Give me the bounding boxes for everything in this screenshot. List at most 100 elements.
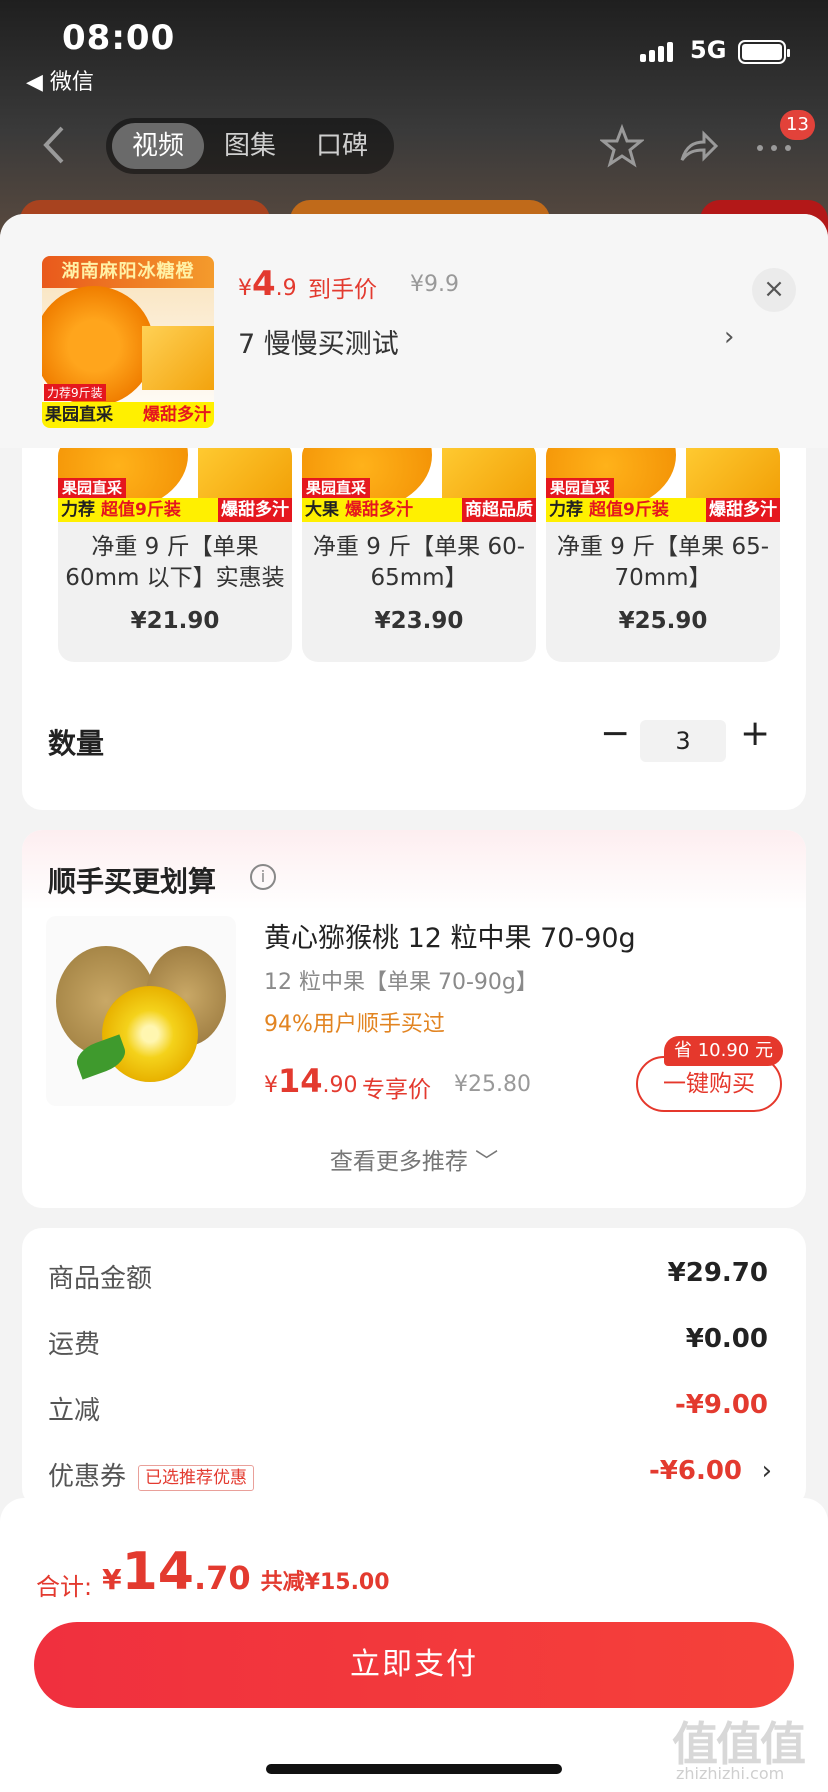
sku-label-mid: 力荐 — [61, 500, 95, 520]
kiwi-product-image[interactable] — [46, 916, 236, 1106]
signal-icon — [640, 42, 673, 62]
summary-value: -¥9.00 — [674, 1390, 768, 1420]
battery-icon — [738, 40, 790, 64]
coupon-selected-tag: 已选推荐优惠 — [138, 1464, 255, 1491]
summary-row-shipping: 运费 ¥0.00 — [48, 1324, 768, 1364]
exclusive-price-label: 专享价 — [362, 1077, 431, 1103]
sku-label-mid: 超值9斤装 — [101, 500, 181, 520]
save-amount-badge: 省 10.90 元 — [664, 1036, 783, 1066]
watermark-url: zhizhizhi.com — [676, 1764, 785, 1783]
pay-now-button[interactable]: 立即支付 — [34, 1622, 794, 1708]
top-nav: 视频 图集 口碑 13 — [0, 110, 828, 180]
sku-option-name: 净重 9 斤【单果 60-65mm】 — [312, 534, 526, 591]
notification-badge: 13 — [780, 110, 815, 140]
sku-option[interactable]: 果园直采 力荐 超值9斤装 爆甜多汁 净重 9 斤【单果 65-70mm】 ¥2… — [546, 440, 780, 662]
sku-options: 果园直采 力荐 超值9斤装 爆甜多汁 净重 9 斤【单果 60mm 以下】实惠装… — [58, 440, 780, 662]
status-bar: 08:00 ◀ 微信 5G — [0, 0, 828, 100]
quantity-minus-button[interactable]: − — [600, 716, 630, 756]
recommendation-card: 顺手买更划算 i 黄心猕猴桃 12 粒中果 70-90g 12 粒中果【单果 7… — [22, 830, 806, 1208]
price-integer: 4 — [252, 264, 276, 304]
sku-option[interactable]: 果园直采 力荐 超值9斤装 爆甜多汁 净重 9 斤【单果 60mm 以下】实惠装… — [58, 440, 292, 662]
sku-label-banner: 大果 爆甜多汁 商超品质 — [302, 498, 536, 522]
price-integer: 14 — [278, 1062, 323, 1100]
thumb-banner: 果园直采 爆甜多汁 — [42, 402, 214, 428]
sku-option-price: ¥21.90 — [130, 608, 220, 634]
sku-option-name: 净重 9 斤【单果 60mm 以下】实惠装 — [65, 534, 285, 591]
total-amount: 合计: ¥14.70 共减¥15.00 — [36, 1542, 390, 1602]
price-decimal: .9 — [275, 276, 297, 301]
recommend-product-name[interactable]: 黄心猕猴桃 12 粒中果 70-90g — [264, 916, 636, 955]
sku-label-mid: 爆甜多汁 — [345, 500, 413, 520]
summary-value: ¥0.00 — [685, 1324, 768, 1354]
tab-gallery[interactable]: 图集 — [204, 123, 296, 169]
sku-label-mid: 超值9斤装 — [589, 500, 669, 520]
status-time: 08:00 — [62, 18, 176, 58]
summary-label: 商品金额 — [48, 1264, 153, 1294]
thumb-banner-left: 果园直采 — [45, 405, 113, 425]
recommendation-title: 顺手买更划算 — [48, 865, 217, 898]
summary-row-subtotal: 商品金额 ¥29.70 — [48, 1258, 768, 1298]
recommend-buyers-rate: 94%用户顺手买过 — [264, 1012, 445, 1037]
thumb-banner-right: 爆甜多汁 — [143, 405, 211, 425]
sku-option-image: 果园直采 力荐 超值9斤装 爆甜多汁 — [58, 440, 292, 522]
deal-price: ¥4.9 — [238, 264, 297, 304]
quantity-label: 数量 — [48, 727, 105, 760]
back-arrow-icon[interactable] — [36, 120, 74, 170]
summary-value: ¥29.70 — [667, 1258, 768, 1288]
quantity-input[interactable]: 3 — [640, 720, 726, 762]
summary-value: -¥6.00 — [648, 1456, 742, 1486]
home-indicator[interactable] — [266, 1764, 562, 1774]
media-tabs: 视频 图集 口碑 — [106, 118, 395, 174]
share-icon[interactable] — [676, 124, 720, 168]
total-decimal: .70 — [193, 1559, 251, 1597]
total-integer: 14 — [121, 1542, 194, 1602]
sku-label-right: 爆甜多汁 — [706, 498, 780, 522]
sku-option-price: ¥23.90 — [374, 608, 464, 634]
quantity-plus-button[interactable]: + — [740, 716, 770, 756]
close-button[interactable]: × — [752, 268, 796, 312]
price-summary-card: 商品金额 ¥29.70 运费 ¥0.00 立减 -¥9.00 优惠券 已选推荐优惠… — [22, 1228, 806, 1508]
chevron-right-icon[interactable]: › — [762, 1456, 772, 1486]
summary-row-discount: 立减 -¥9.00 — [48, 1390, 768, 1430]
sku-option-name: 净重 9 斤【单果 65-70mm】 — [556, 534, 770, 591]
tab-reviews[interactable]: 口碑 — [296, 123, 388, 169]
summary-row-coupon[interactable]: 优惠券 已选推荐优惠 -¥6.00 › — [48, 1456, 772, 1496]
thumb-tag: 力荐9斤装 — [44, 384, 106, 401]
view-more-recommendations[interactable]: 查看更多推荐 ﹀ — [22, 1142, 806, 1176]
sku-option[interactable]: 果园直采 大果 爆甜多汁 商超品质 净重 9 斤【单果 60-65mm】 ¥23… — [302, 440, 536, 662]
recommend-price: ¥14.90 — [264, 1062, 358, 1100]
sku-label-mid: 大果 — [305, 500, 339, 520]
product-thumbnail[interactable]: 湖南麻阳冰糖橙 力荐9斤装 果园直采 爆甜多汁 — [42, 256, 214, 428]
chevron-right-icon[interactable]: › — [724, 322, 734, 352]
back-to-wechat[interactable]: ◀ 微信 — [26, 64, 94, 96]
thumb-title: 湖南麻阳冰糖橙 — [42, 256, 214, 288]
summary-label: 立减 — [48, 1396, 101, 1426]
deal-price-label: 到手价 — [308, 277, 377, 303]
price-symbol: ¥ — [238, 276, 252, 301]
sku-option-price: ¥25.90 — [618, 608, 708, 634]
sku-label-top: 果园直采 — [302, 478, 371, 498]
star-icon[interactable] — [600, 124, 644, 168]
summary-label: 运费 — [48, 1330, 101, 1360]
total-currency: ¥ — [102, 1563, 122, 1596]
total-label: 合计: — [36, 1573, 93, 1601]
total-saved: 共减¥15.00 — [260, 1570, 390, 1595]
summary-label: 优惠券 — [48, 1462, 127, 1492]
selected-sku-text[interactable]: 7 慢慢买测试 — [238, 322, 399, 361]
sku-label-top: 果园直采 — [58, 478, 127, 498]
checkout-footer: 合计: ¥14.70 共减¥15.00 立即支付 值值值 zhizhizhi.com — [0, 1498, 828, 1792]
recommend-product-spec: 12 粒中果【单果 70-90g】 — [264, 970, 538, 995]
price-decimal: .90 — [322, 1073, 358, 1098]
network-type: 5G — [690, 36, 727, 64]
sku-label-top: 果园直采 — [546, 478, 615, 498]
sku-label-right: 商超品质 — [462, 498, 536, 522]
tab-video[interactable]: 视频 — [112, 123, 205, 169]
price-symbol: ¥ — [264, 1073, 278, 1098]
sku-label-banner: 力荐 超值9斤装 爆甜多汁 — [58, 498, 292, 522]
sku-option-image: 果园直采 大果 爆甜多汁 商超品质 — [302, 440, 536, 522]
info-icon[interactable]: i — [250, 864, 276, 890]
sku-label-mid: 力荐 — [549, 500, 583, 520]
sku-label-right: 爆甜多汁 — [218, 498, 292, 522]
original-price: ¥9.9 — [410, 272, 459, 297]
sku-option-image: 果园直采 力荐 超值9斤装 爆甜多汁 — [546, 440, 780, 522]
